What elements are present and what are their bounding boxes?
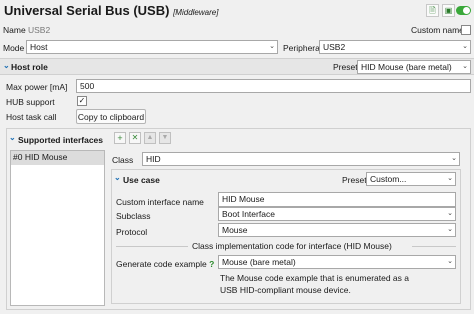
protocol-select[interactable]: Mouse ⌄ (218, 223, 456, 237)
custom-interface-name-label: Custom interface name (116, 197, 204, 207)
add-icon[interactable]: + (114, 132, 126, 144)
use-case-title: Use case (123, 175, 160, 185)
chevron-down-icon: ⌄ (269, 43, 275, 50)
name-label: Name (3, 25, 26, 35)
peripheral-value: USB2 (323, 42, 346, 52)
impl-code-heading: Class implementation code for interface … (192, 241, 392, 251)
protocol-label: Protocol (116, 227, 148, 237)
chevron-down-icon: ⌄ (447, 210, 453, 217)
interface-item-label: #0 HID Mouse (13, 152, 68, 162)
peripheral-label: Peripheral (283, 43, 322, 53)
copy-to-clipboard-button[interactable]: Copy to clipboard (76, 109, 146, 124)
list-item[interactable]: #0 HID Mouse (11, 151, 104, 165)
collapse-icon[interactable]: ⌄ (114, 173, 121, 182)
generate-code-label: Generate code example ? (116, 258, 214, 270)
divider-left (116, 246, 188, 247)
generate-code-value: Mouse (bare metal) (222, 257, 296, 267)
chevron-down-icon: ⌄ (447, 175, 453, 182)
interface-list: #0 HID Mouse (10, 150, 105, 306)
use-case-preset-select[interactable]: Custom... ⌄ (366, 172, 456, 186)
middleware-tag: [Middleware] (173, 8, 219, 17)
folder-icon[interactable]: ▣ (442, 4, 455, 17)
chevron-down-icon: ⌄ (462, 63, 468, 70)
host-preset-label: Preset (333, 62, 358, 72)
name-value: USB2 (28, 25, 51, 35)
host-task-call-label: Host task call (6, 112, 57, 122)
supported-interfaces-title: Supported interfaces (18, 135, 104, 145)
chevron-down-icon: ⌄ (462, 43, 468, 50)
class-label: Class (112, 155, 134, 165)
custom-interface-name-input[interactable]: HID Mouse (218, 192, 456, 207)
enable-toggle[interactable] (456, 6, 471, 15)
hub-support-label: HUB support (6, 97, 55, 107)
help-icon[interactable]: ? (209, 259, 214, 269)
toggle-knob (463, 7, 470, 14)
use-case-preset-label: Preset (342, 175, 367, 185)
host-preset-select[interactable]: HID Mouse (bare metal) ⌄ (357, 60, 471, 74)
chevron-down-icon: ⌄ (447, 258, 453, 265)
host-role-title: Host role (11, 62, 48, 72)
use-case-preset-value: Custom... (370, 174, 407, 184)
mode-label: Mode (3, 43, 25, 53)
move-down-icon[interactable]: ▼ (159, 132, 171, 144)
divider-right (412, 246, 456, 247)
collapse-icon[interactable]: ⌄ (9, 133, 16, 142)
mode-select[interactable]: Host ⌄ (26, 40, 278, 54)
remove-icon[interactable]: ✕ (129, 132, 141, 144)
class-select[interactable]: HID ⌄ (142, 152, 460, 166)
class-value: HID (146, 154, 161, 164)
subclass-select[interactable]: Boot Interface ⌄ (218, 207, 456, 221)
max-power-label: Max power [mA] (6, 82, 68, 92)
max-power-input[interactable]: 500 (76, 79, 471, 93)
generate-code-text: Generate code example (116, 259, 207, 269)
code-example-description: The Mouse code example that is enumerate… (220, 273, 409, 295)
custom-name-checkbox[interactable] (461, 25, 471, 35)
peripheral-select[interactable]: USB2 ⌄ (319, 40, 471, 54)
protocol-value: Mouse (222, 225, 248, 235)
chevron-down-icon: ⌄ (451, 155, 457, 162)
mode-value: Host (30, 42, 48, 52)
title-text: Universal Serial Bus (USB) (4, 3, 170, 18)
generate-code-select[interactable]: Mouse (bare metal) ⌄ (218, 255, 456, 269)
document-icon[interactable]: 🗎 (426, 4, 439, 17)
hub-support-checkbox[interactable]: ✓ (77, 96, 87, 106)
host-preset-value: HID Mouse (bare metal) (361, 62, 452, 72)
chevron-down-icon: ⌄ (447, 226, 453, 233)
move-up-icon[interactable]: ▲ (144, 132, 156, 144)
subclass-label: Subclass (116, 211, 151, 221)
custom-name-label: Custom name (411, 25, 464, 35)
collapse-icon: ⌄ (3, 61, 10, 70)
page-title: Universal Serial Bus (USB) [Middleware] (4, 3, 218, 21)
subclass-value: Boot Interface (222, 209, 275, 219)
